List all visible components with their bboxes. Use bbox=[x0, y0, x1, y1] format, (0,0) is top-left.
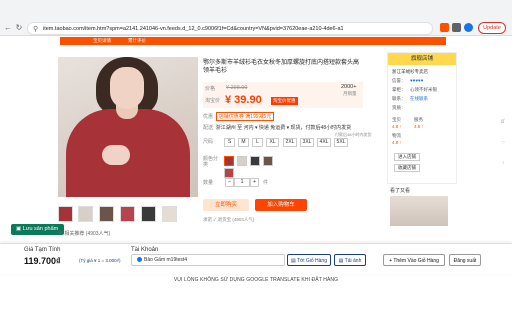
thumbnail[interactable] bbox=[162, 206, 177, 222]
bookmark-icon: ▣ bbox=[16, 226, 23, 232]
qty-decrease-button[interactable]: − bbox=[225, 178, 234, 187]
product-title: 鄂尔多斯市羊绒衫毛衣女秋冬加厚螺旋打底内搭短款套头高领羊毛衫 bbox=[203, 60, 360, 74]
buy-now-button[interactable]: 立即购买 bbox=[203, 199, 249, 211]
contact-link[interactable]: 在线联系 bbox=[410, 96, 428, 102]
thumbnail[interactable] bbox=[78, 206, 93, 222]
shipping-label: 配送 bbox=[203, 125, 214, 131]
qty-input[interactable]: 1 bbox=[234, 178, 250, 187]
lock-icon: ⚲ bbox=[33, 26, 39, 33]
recommend-heading: 看了又看 bbox=[390, 188, 411, 194]
product-main-image[interactable] bbox=[58, 57, 198, 197]
size-option[interactable]: L bbox=[252, 138, 263, 147]
price-box: 价格 ¥ 298.00 淘宝价 ¥ 39.90 淘宝价优惠 2000+ 月销量 bbox=[203, 82, 363, 108]
account-label: Tài Khoản bbox=[131, 247, 159, 253]
original-price: ¥ 298.00 bbox=[226, 85, 248, 91]
size-option[interactable]: M bbox=[238, 138, 249, 147]
go-to-cart-label: Tới Giỏ Hàng bbox=[297, 258, 327, 264]
color-option[interactable] bbox=[263, 156, 273, 166]
sales-count: 2000+ bbox=[341, 84, 357, 90]
extension-icon[interactable] bbox=[440, 23, 449, 32]
current-price: ¥ 39.90 bbox=[225, 94, 262, 106]
score-value: 4.8 ↑ bbox=[392, 140, 402, 145]
profile-avatar[interactable] bbox=[464, 23, 473, 32]
url-text: item.taobao.com/item.htm?spm=a2141.24104… bbox=[43, 26, 343, 32]
total-label: Giá Tạm Tính bbox=[24, 247, 61, 253]
browser-toolbar: ← ↻ ⚲ item.taobao.com/item.htm?spm=a2141… bbox=[0, 0, 512, 36]
discount-label: 淘宝价 bbox=[205, 98, 221, 104]
sales-label: 月销量 bbox=[343, 91, 357, 96]
desc-label: 掌柜： bbox=[392, 87, 406, 92]
puzzle-icon[interactable] bbox=[452, 23, 461, 32]
rating-stars: ♥♥♥♥♥ bbox=[410, 78, 424, 83]
size-option[interactable]: 3XL bbox=[300, 138, 314, 147]
score-label: 宝贝 bbox=[392, 117, 401, 122]
logout-button[interactable]: Đăng xuất bbox=[449, 254, 481, 266]
thumbnail[interactable] bbox=[99, 206, 114, 222]
shop-nav-strip: 宝贝详情 累计评价 bbox=[60, 37, 446, 45]
shop-name[interactable]: 浙江羊绒衫专卖店 bbox=[392, 69, 428, 75]
update-button[interactable]: Update bbox=[478, 22, 506, 34]
desc-value: 心领不好米银 bbox=[410, 87, 437, 92]
size-label: 尺码 bbox=[203, 139, 214, 145]
add-to-cart-button[interactable]: 加入购物车 bbox=[255, 199, 307, 211]
qty-increase-button[interactable]: + bbox=[250, 178, 259, 187]
shipping-row: 配送 浙江湖州 至 河内 ▾ 快递 免运费 ▾ 现货，付款后48小时内发货 bbox=[203, 124, 351, 131]
size-option[interactable]: S bbox=[224, 138, 235, 147]
color-option[interactable] bbox=[224, 156, 234, 166]
score-value: 4.8 ↑ bbox=[414, 124, 424, 129]
contact-label: 联系： bbox=[392, 96, 406, 101]
price-label: 价格 bbox=[205, 86, 216, 92]
color-option[interactable] bbox=[250, 156, 260, 166]
shipping-value[interactable]: 浙江湖州 至 河内 ▾ 快递 免运费 ▾ 现货，付款后48小时内发货 bbox=[216, 125, 351, 131]
download-image-button[interactable]: ▤ Tải ảnh bbox=[334, 254, 366, 266]
related-note: ⊕ 相关推荐 (4903人气) bbox=[58, 231, 111, 237]
exchange-rate: (Tỷ giá ¥ 1 = 3.000₫) bbox=[79, 258, 121, 263]
address-bar[interactable]: ⚲ item.taobao.com/item.htm?spm=a2141.241… bbox=[27, 22, 433, 35]
quantity-label: 数量 bbox=[203, 180, 214, 186]
score-label: 服务 bbox=[414, 117, 423, 122]
shop-card: 旗舰店铺 浙江羊绒衫专卖店 信誉： ♥♥♥♥♥ 掌柜： 心领不好米银 联系： 在… bbox=[387, 52, 457, 184]
size-option[interactable]: XL bbox=[266, 138, 279, 147]
go-to-cart-button[interactable]: ▤ Tới Giỏ Hàng bbox=[287, 254, 331, 266]
download-image-label: Tải ảnh bbox=[344, 258, 362, 264]
thumbnail[interactable] bbox=[58, 206, 73, 222]
size-option[interactable]: 4XL bbox=[317, 138, 331, 147]
size-option[interactable]: 2XL bbox=[283, 138, 297, 147]
account-value: Bảo Gấm m19test4 bbox=[144, 257, 188, 263]
nav-item[interactable]: 累计评价 bbox=[128, 38, 146, 44]
radio-icon bbox=[137, 257, 142, 262]
color-label: 颜色分类 bbox=[203, 156, 219, 168]
shop-header: 旗舰店铺 bbox=[388, 53, 456, 65]
thumbnail[interactable] bbox=[141, 206, 156, 222]
reload-icon[interactable]: ↻ bbox=[14, 23, 24, 33]
account-select[interactable]: Bảo Gấm m19test4 bbox=[131, 254, 285, 266]
quantity-unit: 件 bbox=[263, 180, 269, 186]
save-product-label: Lưu sản phẩm bbox=[22, 226, 59, 232]
promo-badge: 淘宝价优惠 bbox=[271, 97, 298, 105]
color-option[interactable] bbox=[224, 168, 234, 178]
enter-shop-button[interactable]: 进入店铺 bbox=[394, 153, 420, 161]
add-to-order-cart-button[interactable]: + Thêm Vào Giỏ Hàng bbox=[383, 254, 445, 266]
coupon-tag[interactable]: 店铺优惠券 满199减5元 bbox=[215, 112, 275, 121]
service-promise: 承诺 ✓ 退货宝 (4903人气) bbox=[203, 217, 255, 222]
size-option[interactable]: 5XL bbox=[334, 138, 348, 147]
recommended-item-image[interactable] bbox=[390, 196, 448, 226]
translate-warning: VUI LÒNG KHÔNG SỬ DỤNG GOOGLE TRANSLATE … bbox=[173, 277, 339, 283]
score-value: 4.8 ↑ bbox=[392, 124, 402, 129]
score-label: 物流 bbox=[392, 133, 401, 138]
total-value: 119.700₫ bbox=[24, 256, 61, 266]
rating-label: 信誉： bbox=[392, 78, 406, 83]
thumbnail[interactable] bbox=[120, 206, 135, 222]
qualification-label: 资质： bbox=[392, 105, 406, 110]
coupon-label: 优惠 bbox=[203, 114, 214, 120]
scroll-top-icon[interactable]: ↑ bbox=[496, 160, 510, 165]
color-option[interactable] bbox=[237, 156, 247, 166]
back-icon[interactable]: ← bbox=[3, 23, 13, 33]
save-product-button[interactable]: ▣ Lưu sản phẩm bbox=[11, 224, 64, 235]
favorite-shop-button[interactable]: 收藏店铺 bbox=[394, 164, 420, 172]
favorite-icon[interactable]: ♡ bbox=[496, 140, 510, 145]
cart-icon[interactable]: 🛒 bbox=[496, 118, 510, 123]
nav-item[interactable]: 宝贝详情 bbox=[93, 38, 111, 44]
coupon-row: 优惠 店铺优惠券 满199减5元 bbox=[203, 112, 275, 121]
